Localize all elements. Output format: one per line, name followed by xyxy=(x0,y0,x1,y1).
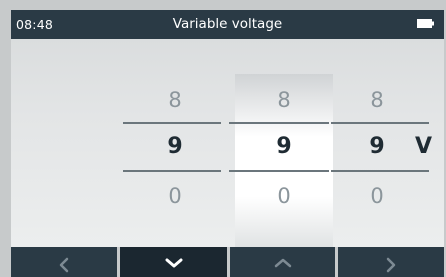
status-bar: 08:48 Variable voltage xyxy=(11,10,444,39)
digit-selected[interactable]: 9 xyxy=(126,134,224,159)
unit-label: V xyxy=(415,134,433,159)
digit-below[interactable]: 0 xyxy=(235,184,333,208)
divider xyxy=(123,122,221,124)
digit-selected[interactable]: 9 xyxy=(328,134,426,159)
digit-below[interactable]: 0 xyxy=(328,184,426,208)
chevron-down-icon xyxy=(165,258,182,268)
chevron-up-icon xyxy=(274,258,291,268)
divider xyxy=(331,170,429,172)
divider xyxy=(331,122,429,124)
digit-above[interactable]: 8 xyxy=(235,88,333,112)
screen-title: Variable voltage xyxy=(172,16,283,32)
chevron-right-icon xyxy=(386,257,396,273)
digit-above[interactable]: 8 xyxy=(126,88,224,112)
device-screen: 08:48 Variable voltage 8 9 0 8 9 0 8 9 0… xyxy=(11,10,444,277)
up-button[interactable] xyxy=(230,247,335,277)
divider xyxy=(123,170,221,172)
divider xyxy=(229,170,329,172)
digit-below[interactable]: 0 xyxy=(126,184,224,208)
battery-icon xyxy=(417,19,434,28)
digit-selected[interactable]: 9 xyxy=(235,134,333,159)
down-button[interactable] xyxy=(120,247,227,277)
digit-above[interactable]: 8 xyxy=(328,88,426,112)
navigation-bar xyxy=(11,247,444,277)
right-button[interactable] xyxy=(338,247,444,277)
left-button[interactable] xyxy=(11,247,117,277)
chevron-left-icon xyxy=(59,257,69,273)
divider xyxy=(229,122,329,124)
